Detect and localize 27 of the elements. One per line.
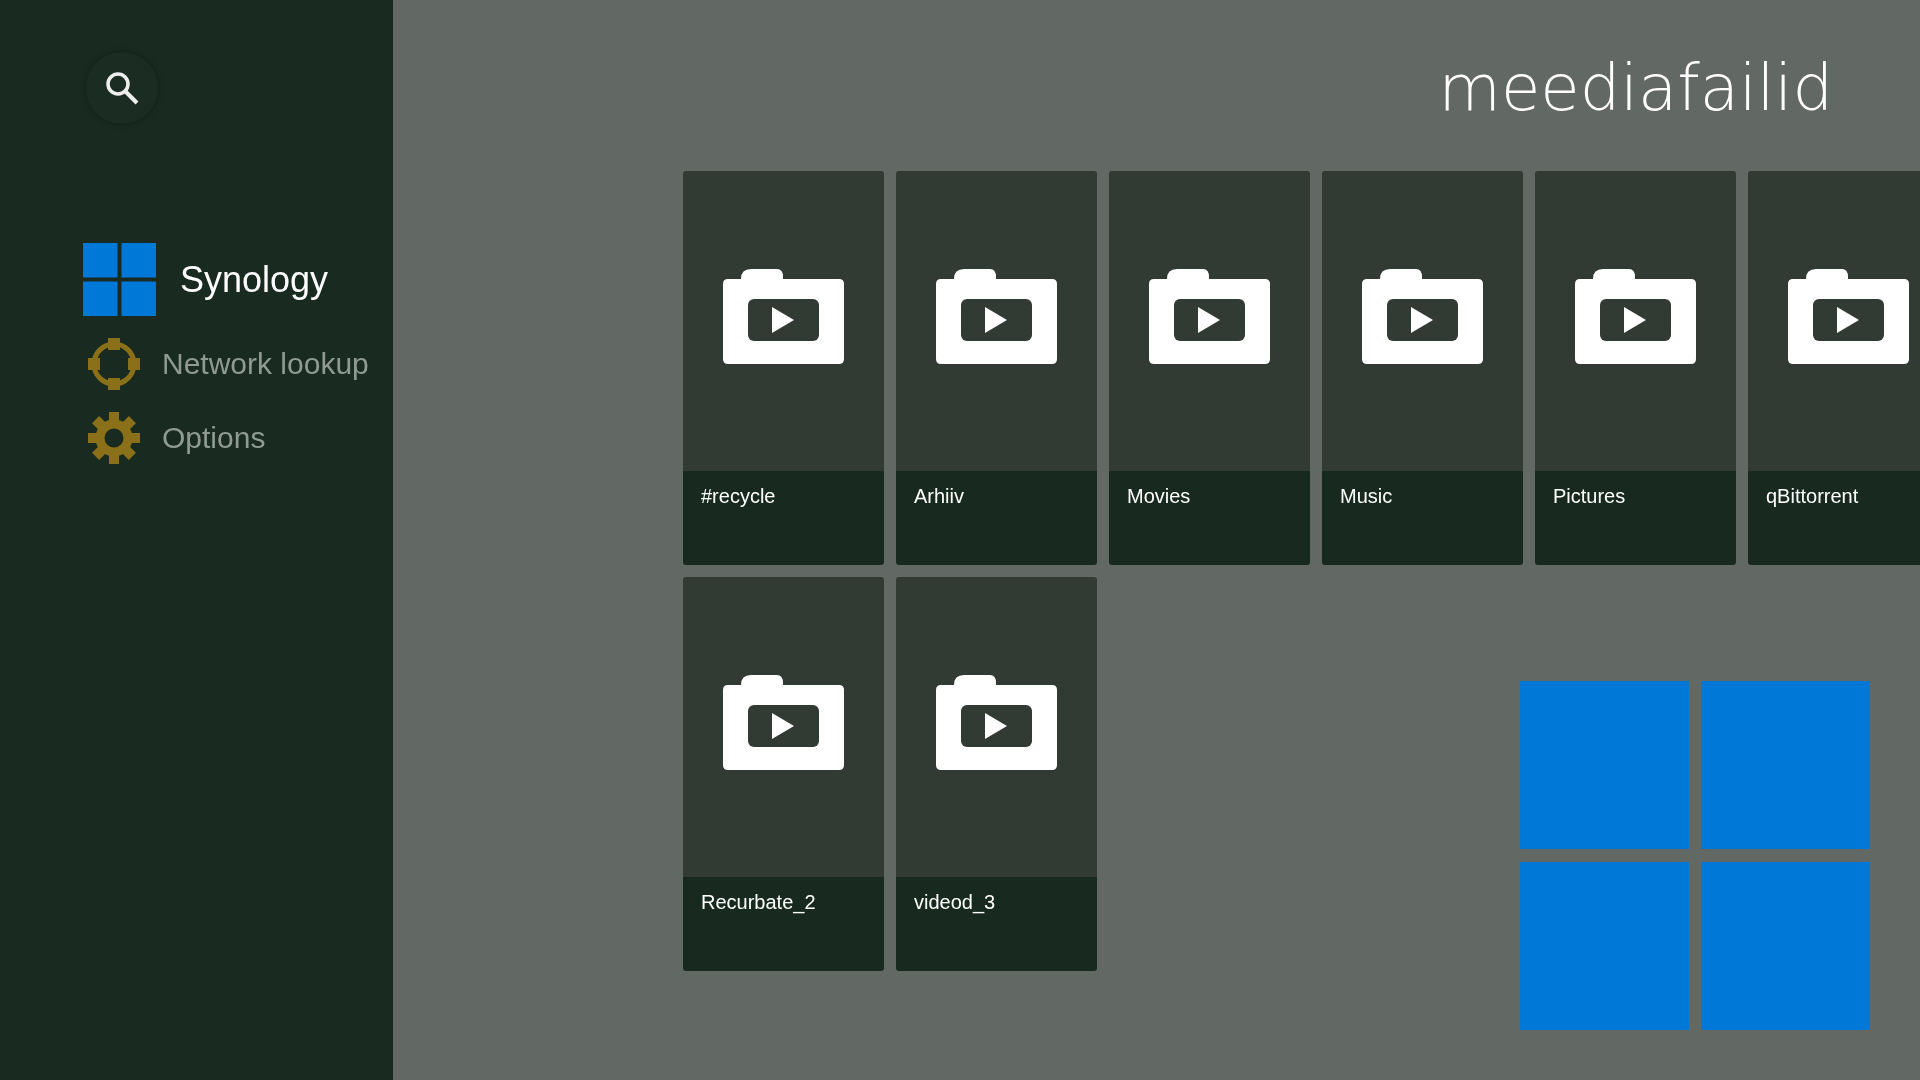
page-title: meediafailid	[1438, 50, 1833, 127]
folder-name: Pictures	[1553, 485, 1626, 507]
video-folder-icon	[723, 675, 844, 770]
folder-name: #recycle	[701, 485, 776, 507]
folder-name: Arhiiv	[914, 485, 964, 507]
video-folder-icon	[936, 269, 1057, 364]
video-folder-icon	[1575, 269, 1696, 364]
search-icon	[104, 70, 140, 106]
ring-icon	[88, 338, 140, 390]
folder-name: Music	[1340, 485, 1393, 507]
sidebar-item-label: Network lookup	[162, 347, 369, 381]
video-folder-icon	[1788, 269, 1909, 364]
windows-logo-icon	[83, 243, 156, 316]
video-folder-icon	[723, 269, 844, 364]
windows-logo-icon	[1520, 681, 1870, 1030]
folder-name: videod_3	[914, 891, 996, 913]
video-folder-icon	[1362, 269, 1483, 364]
video-folder-icon	[936, 675, 1057, 770]
sidebar-header: Synology	[180, 258, 329, 301]
folder-name: Recurbate_2	[701, 891, 816, 913]
video-folder-icon	[1149, 269, 1270, 364]
sidebar-item[interactable]: Options	[83, 412, 393, 464]
sidebar-item[interactable]: Network lookup	[83, 338, 393, 390]
folder-name: qBittorrent	[1766, 485, 1859, 507]
folder-name: Movies	[1127, 485, 1191, 507]
sidebar-item-label: Options	[162, 421, 266, 455]
gear-icon	[88, 412, 140, 464]
